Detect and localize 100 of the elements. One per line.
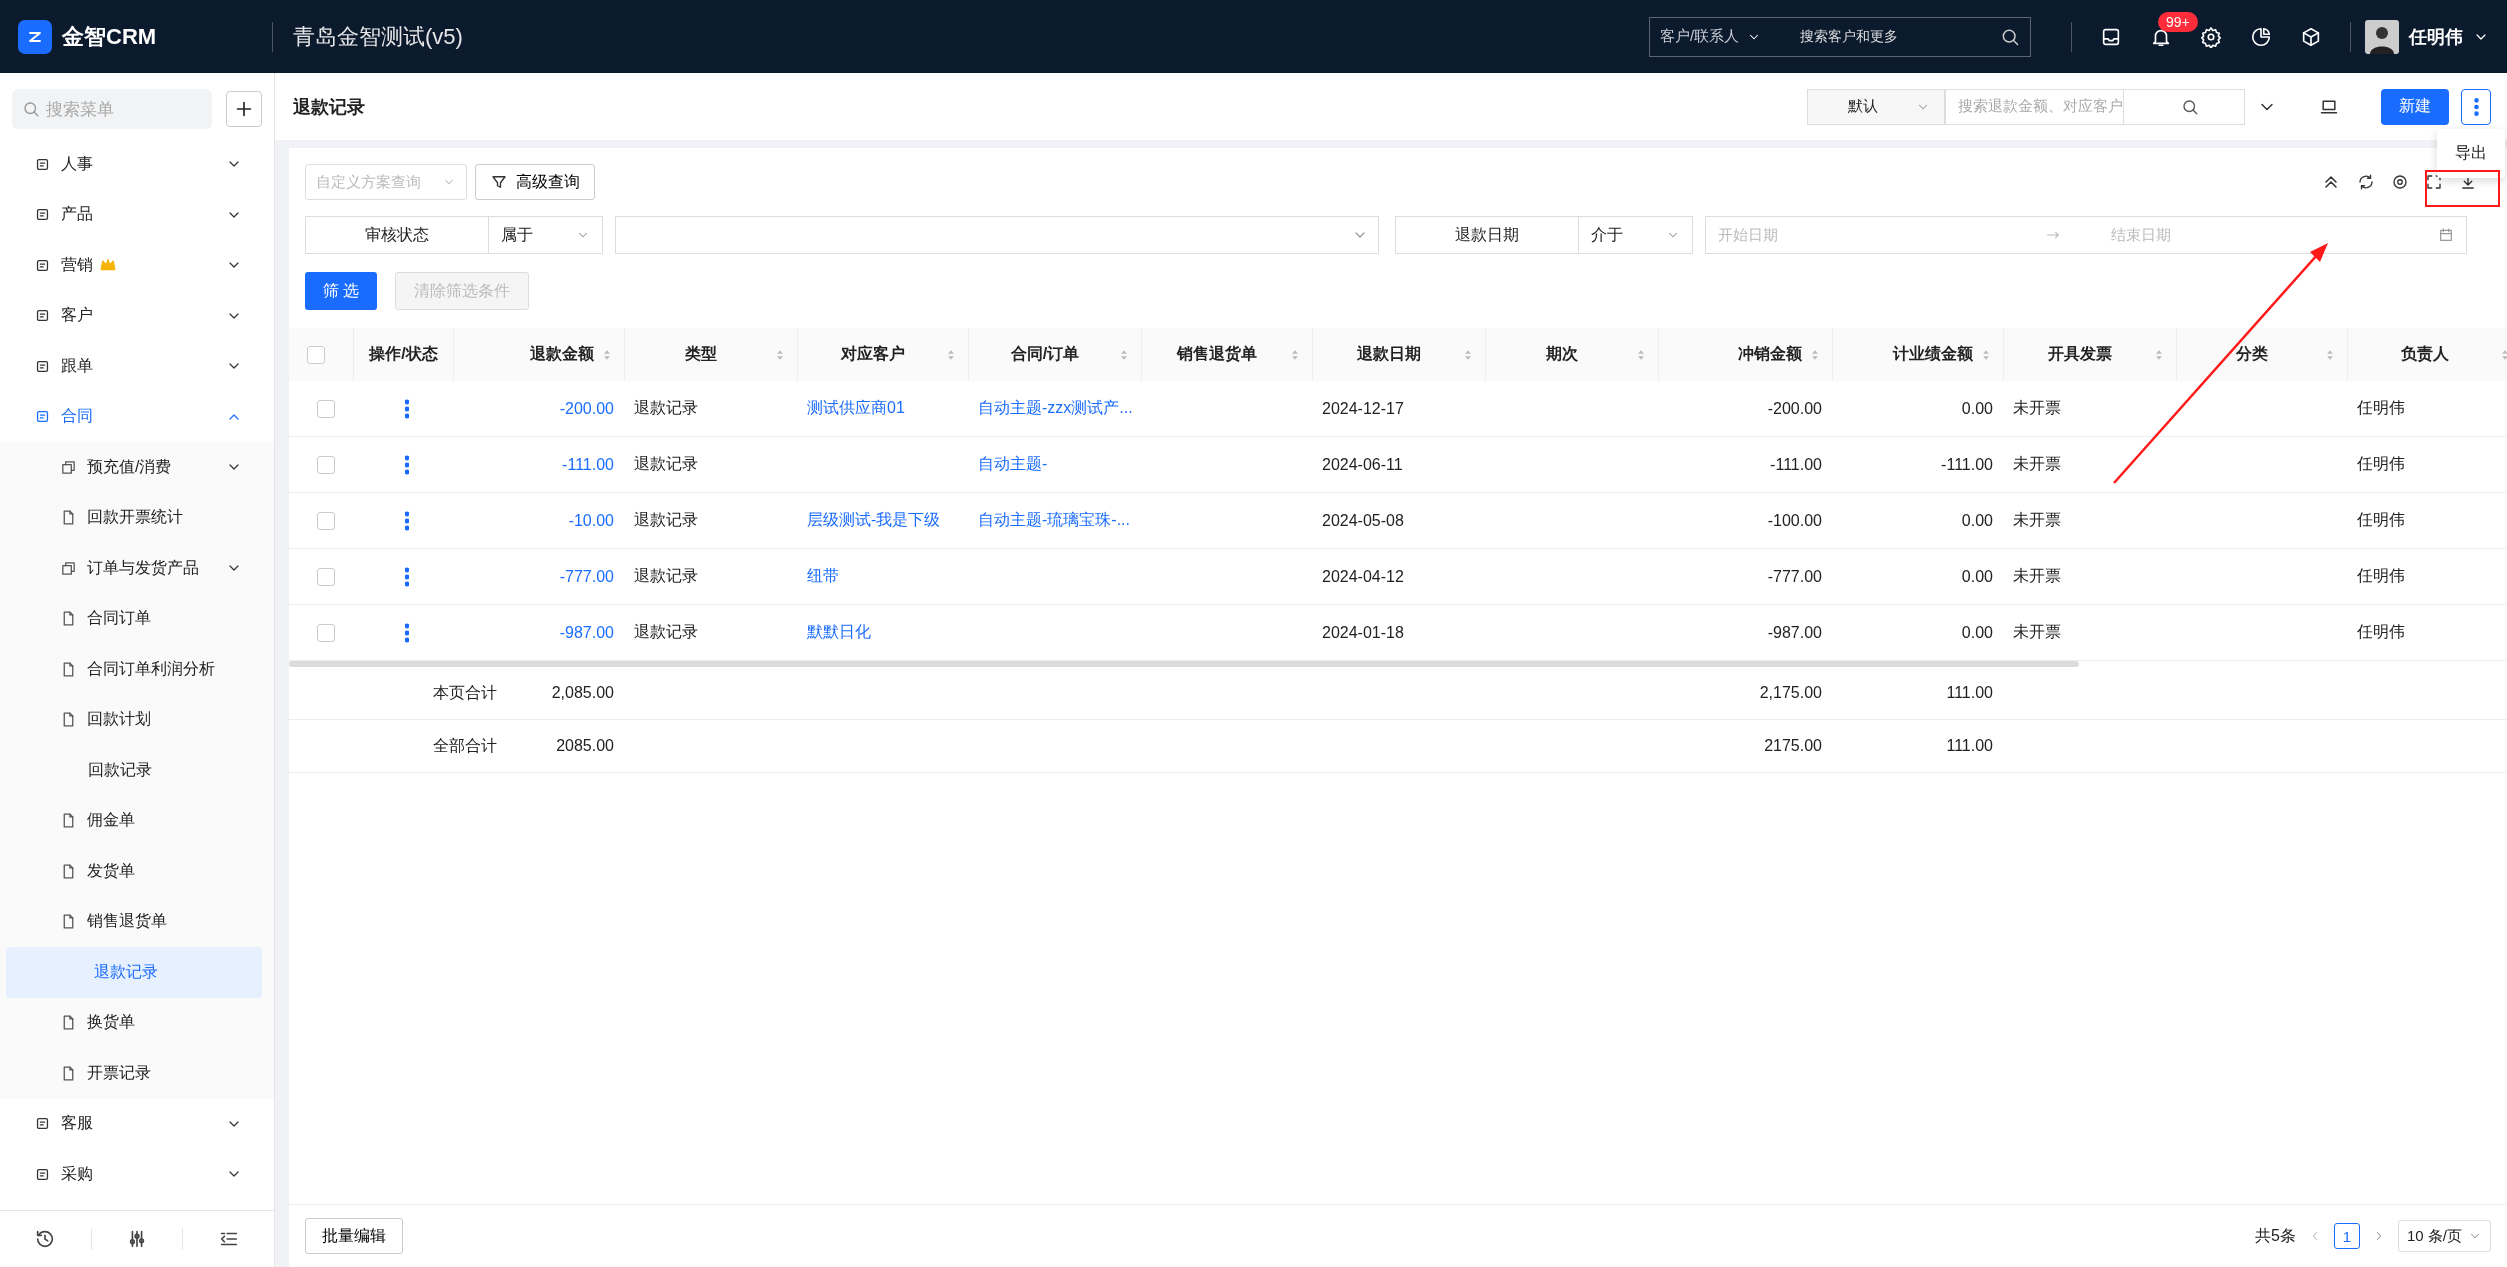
menu-item[interactable]: 发货单 [0, 846, 274, 897]
menu-item[interactable]: 客户 [0, 290, 274, 341]
row-checkbox[interactable] [317, 511, 335, 530]
table-link[interactable]: -10.00 [568, 511, 614, 530]
table-cell-text: 退款记录 [634, 566, 698, 586]
table-cell-text: 未开票 [2013, 622, 2061, 642]
menu-item[interactable]: 回款计划 [0, 694, 274, 745]
table-cell: 0.00 [1961, 623, 1993, 642]
table-cell-text: 退款记录 [634, 398, 698, 418]
menu-item[interactable]: 回款记录 [0, 745, 274, 796]
table-cell-text: 任明伟 [2357, 622, 2405, 642]
menu-item[interactable]: 采购 [0, 1149, 274, 1200]
menu-item[interactable]: 订单与发货产品 [0, 543, 274, 594]
table-cell-text: 未开票 [2013, 566, 2061, 586]
total-count: 共5条 [2255, 1225, 2296, 1246]
global-search-field[interactable]: 客户/联系人 搜索客户和更多 [1649, 16, 2031, 57]
table-cell-text: 任明伟 [2357, 566, 2405, 586]
row-actions-icon [405, 510, 409, 531]
value-select[interactable] [615, 216, 1379, 254]
filter-button[interactable]: 筛 选 [305, 272, 378, 310]
menu-item[interactable]: 客服 [0, 1098, 274, 1149]
row-checkbox[interactable] [317, 567, 335, 586]
table-cell-text: 未开票 [2013, 454, 2061, 474]
row-actions-icon [405, 454, 409, 475]
page-title: 退款记录 [293, 95, 366, 119]
operator-select[interactable]: 属于 [489, 216, 603, 254]
menu-item[interactable]: 产品 [0, 189, 274, 240]
search-icon [2181, 97, 2199, 116]
total-label: 全部合计 [433, 735, 497, 756]
table-cell: 2024-04-12 [1322, 567, 1404, 586]
table-cell-text: 任明伟 [2357, 454, 2405, 474]
total-value: 2085.00 [556, 737, 614, 755]
row-actions-icon [405, 566, 409, 587]
row-checkbox[interactable] [317, 399, 335, 418]
cube-icon [2300, 25, 2322, 48]
menu-item[interactable]: 合同订单利润分析 [0, 644, 274, 695]
total-label: 本页合计 [433, 682, 497, 703]
total-value: 111.00 [1946, 737, 1993, 755]
table-link[interactable]: 默默日化 [807, 622, 871, 643]
view-select[interactable]: 默认 [1807, 88, 1945, 125]
table-cell-text: 退款记录 [634, 454, 698, 474]
add-button[interactable] [226, 91, 262, 127]
page-button[interactable]: 1 [2333, 1223, 2360, 1249]
table-cell-text: 任明伟 [2357, 398, 2405, 418]
menu-item[interactable]: 合同订单 [0, 593, 274, 644]
menu-item[interactable]: 佣金单 [0, 795, 274, 846]
menu-option[interactable]: 导出 [2437, 135, 2505, 172]
menu-item[interactable]: 营销 [0, 240, 274, 291]
more-button[interactable] [2461, 88, 2491, 125]
advanced-search-button[interactable]: 高级查询 [475, 164, 595, 200]
row-checkbox[interactable] [317, 455, 335, 474]
row-checkbox[interactable] [317, 623, 335, 642]
table-cell-text: 退款记录 [634, 622, 698, 642]
table-cell: -987.00 [1767, 623, 1822, 642]
horizontal-scrollbar[interactable] [289, 661, 2079, 667]
table-link[interactable]: -200.00 [559, 399, 614, 418]
copy-icon [60, 458, 77, 476]
table-cell-text: 任明伟 [2357, 510, 2405, 530]
notification-badge: 99+ [2158, 11, 2198, 32]
settings-icon [2391, 173, 2409, 191]
table-cell: 0.00 [1961, 511, 1993, 530]
table-link[interactable]: -777.00 [559, 567, 614, 586]
menu-item[interactable]: 开票记录 [0, 1048, 274, 1099]
refresh-icon [2357, 173, 2375, 191]
table-link[interactable]: -111.00 [562, 455, 614, 474]
menu-item[interactable]: 销售退货单 [0, 896, 274, 947]
operator-select[interactable]: 介于 [1579, 216, 1693, 254]
table-cell: -111.00 [1770, 455, 1822, 474]
table-link[interactable]: 自动主题- [978, 454, 1048, 475]
menu-item[interactable]: 人事 [0, 139, 274, 190]
menu-item[interactable]: 预充值/消费 [0, 442, 274, 493]
row-actions-icon [405, 398, 409, 419]
pie-chart-icon [2250, 25, 2272, 48]
new-button[interactable]: 新建 [2381, 88, 2449, 125]
table-link[interactable]: 自动主题-zzx测试产... [978, 398, 1133, 419]
menu-item[interactable]: 合同 [0, 391, 274, 442]
table-link[interactable]: 测试供应商01 [807, 398, 905, 419]
page-size-select[interactable]: 10 条/页 [2397, 1220, 2491, 1252]
avatar[interactable] [2365, 19, 2399, 54]
table-link[interactable]: 层级测试-我是下级 [807, 510, 941, 531]
calendar-icon [2438, 227, 2454, 243]
table-cell: -100.00 [1767, 511, 1822, 530]
table-link[interactable]: 自动主题-琉璃宝珠-... [978, 510, 1130, 531]
search-scope-select[interactable]: 客户/联系人 [1650, 27, 1780, 46]
user-name[interactable]: 任明伟 [2409, 24, 2463, 49]
menu-item[interactable]: 回款开票统计 [0, 492, 274, 543]
table-cell-text: 未开票 [2013, 510, 2061, 530]
batch-edit-button[interactable]: 批量编辑 [305, 1218, 403, 1254]
table-cell: -200.00 [1767, 399, 1822, 418]
table-cell: -777.00 [1767, 567, 1822, 586]
select-all-checkbox[interactable] [307, 345, 325, 364]
table-link[interactable]: -987.00 [559, 623, 614, 642]
filter-field-label: 审核状态 [305, 216, 489, 254]
menu-item[interactable]: 换货单 [0, 997, 274, 1048]
tenant-name: 青岛金智测试(v5) [272, 21, 463, 52]
menu-item[interactable]: 退款记录 [6, 947, 262, 998]
menu-item[interactable]: 跟单 [0, 341, 274, 392]
filter-icon [490, 173, 508, 191]
table-link[interactable]: 纽带 [807, 566, 839, 587]
table-cell: 2024-06-11 [1322, 455, 1403, 474]
